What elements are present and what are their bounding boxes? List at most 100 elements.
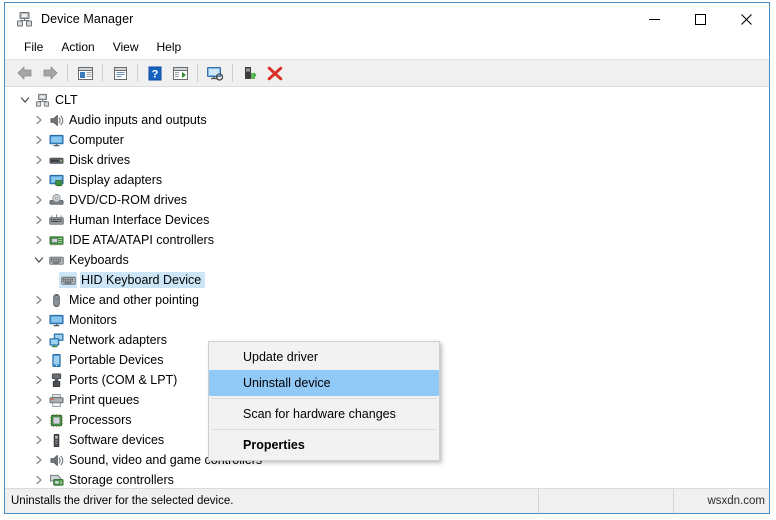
chevron-down-icon[interactable] — [17, 90, 33, 110]
tree-label: Computer — [69, 133, 124, 147]
menu-help[interactable]: Help — [148, 37, 191, 57]
tree-row-computer[interactable]: Computer — [17, 130, 769, 150]
tree-label: Storage controllers — [69, 473, 174, 487]
monitor-icon — [47, 312, 65, 328]
device-manager-icon — [15, 10, 33, 28]
ctx-properties[interactable]: Properties — [209, 432, 439, 458]
tree-row-dvd-cdrom-drives[interactable]: DVD/CD-ROM drives — [17, 190, 769, 210]
chevron-right-icon[interactable] — [31, 450, 47, 470]
chevron-right-icon[interactable] — [31, 430, 47, 450]
display-adapter-icon — [47, 172, 65, 188]
context-menu-separator — [211, 429, 437, 430]
menu-file[interactable]: File — [15, 37, 52, 57]
computer-root-icon — [33, 92, 51, 108]
maximize-button[interactable] — [677, 3, 723, 35]
tree-row-root[interactable]: CLT — [17, 90, 769, 110]
speaker-icon — [47, 112, 65, 128]
port-icon — [47, 372, 65, 388]
chevron-right-icon[interactable] — [31, 410, 47, 430]
chevron-right-icon[interactable] — [31, 290, 47, 310]
context-menu-separator — [211, 398, 437, 399]
chevron-right-icon[interactable] — [31, 110, 47, 130]
keyboard-icon — [59, 272, 77, 288]
show-hide-action-pane-icon[interactable] — [168, 62, 192, 84]
menu-bar: File Action View Help — [5, 35, 769, 59]
chevron-right-icon[interactable] — [31, 190, 47, 210]
chevron-right-icon[interactable] — [31, 330, 47, 350]
ide-controller-icon — [47, 232, 65, 248]
tree-row-storage-controllers[interactable]: Storage controllers — [17, 470, 769, 488]
tree-label: Portable Devices — [69, 353, 164, 367]
tree-label: Human Interface Devices — [69, 213, 210, 227]
menu-action[interactable]: Action — [52, 37, 103, 57]
tree-row-disk-drives[interactable]: Disk drives — [17, 150, 769, 170]
hid-icon — [47, 212, 65, 228]
tree-label: DVD/CD-ROM drives — [69, 193, 188, 207]
toolbar-separator — [137, 64, 138, 82]
menu-view[interactable]: View — [104, 37, 148, 57]
toolbar-separator — [197, 64, 198, 82]
toolbar-separator — [102, 64, 103, 82]
chevron-right-icon[interactable] — [31, 170, 47, 190]
tree-row-display-adapters[interactable]: Display adapters — [17, 170, 769, 190]
ctx-uninstall-device[interactable]: Uninstall device — [209, 370, 439, 396]
ctx-scan-hardware-changes[interactable]: Scan for hardware changes — [209, 401, 439, 427]
uninstall-device-icon[interactable] — [263, 62, 287, 84]
chevron-right-icon[interactable] — [31, 370, 47, 390]
tree-label: IDE ATA/ATAPI controllers — [69, 233, 214, 247]
tree-label: Ports (COM & LPT) — [69, 373, 178, 387]
tree-row-human-interface-devices[interactable]: Human Interface Devices — [17, 210, 769, 230]
status-bar: Uninstalls the driver for the selected d… — [5, 488, 769, 513]
tree-label-root: CLT — [55, 93, 78, 107]
close-button[interactable] — [723, 3, 769, 35]
chevron-right-icon[interactable] — [31, 230, 47, 250]
forward-arrow-icon[interactable] — [38, 62, 62, 84]
tree-label: Display adapters — [69, 173, 163, 187]
back-arrow-icon[interactable] — [13, 62, 37, 84]
tree-row-monitors[interactable]: Monitors — [17, 310, 769, 330]
tree-row-audio-inputs-and-outputs[interactable]: Audio inputs and outputs — [17, 110, 769, 130]
tree-row-mice-and-other-pointing[interactable]: Mice and other pointing — [17, 290, 769, 310]
tree-label: Print queues — [69, 393, 140, 407]
tree-label: Disk drives — [69, 153, 131, 167]
chevron-right-icon[interactable] — [31, 390, 47, 410]
show-hide-console-tree-icon[interactable] — [73, 62, 97, 84]
window-title: Device Manager — [41, 12, 134, 26]
update-driver-icon[interactable] — [238, 62, 262, 84]
chevron-right-icon[interactable] — [31, 350, 47, 370]
storage-controller-icon — [47, 472, 65, 488]
help-icon[interactable]: ? — [143, 62, 167, 84]
chevron-right-icon[interactable] — [31, 310, 47, 330]
software-device-icon — [47, 432, 65, 448]
mouse-icon — [47, 292, 65, 308]
optical-drive-icon — [47, 192, 65, 208]
keyboard-icon — [47, 252, 65, 268]
tree-label: Software devices — [69, 433, 165, 447]
ctx-update-driver[interactable]: Update driver — [209, 344, 439, 370]
chevron-right-icon[interactable] — [31, 130, 47, 150]
toolbar-separator — [67, 64, 68, 82]
tree-row-hid-keyboard-device[interactable]: HID Keyboard Device — [17, 270, 769, 290]
status-pane-middle — [539, 489, 674, 513]
tree-label-selected: HID Keyboard Device — [81, 273, 205, 287]
minimize-button[interactable] — [631, 3, 677, 35]
disk-drive-icon — [47, 152, 65, 168]
network-adapter-icon — [47, 332, 65, 348]
chevron-down-icon[interactable] — [31, 250, 47, 270]
device-tree-panel: CLT Audio inputs and outputs Computer Di… — [5, 87, 769, 488]
tree-label: Monitors — [69, 313, 117, 327]
svg-text:?: ? — [152, 68, 159, 80]
portable-device-icon — [47, 352, 65, 368]
tree-row-keyboards[interactable]: Keyboards — [17, 250, 769, 270]
chevron-right-icon[interactable] — [31, 470, 47, 488]
tree-label: Keyboards — [69, 253, 129, 267]
window-controls — [631, 3, 769, 35]
properties-icon[interactable] — [108, 62, 132, 84]
status-pane-right: wsxdn.com — [674, 489, 769, 513]
chevron-right-icon[interactable] — [31, 150, 47, 170]
scan-hardware-changes-icon[interactable] — [203, 62, 227, 84]
speaker-icon — [47, 452, 65, 468]
tree-row-ide-ata-atapi-controllers[interactable]: IDE ATA/ATAPI controllers — [17, 230, 769, 250]
printer-icon — [47, 392, 65, 408]
chevron-right-icon[interactable] — [31, 210, 47, 230]
